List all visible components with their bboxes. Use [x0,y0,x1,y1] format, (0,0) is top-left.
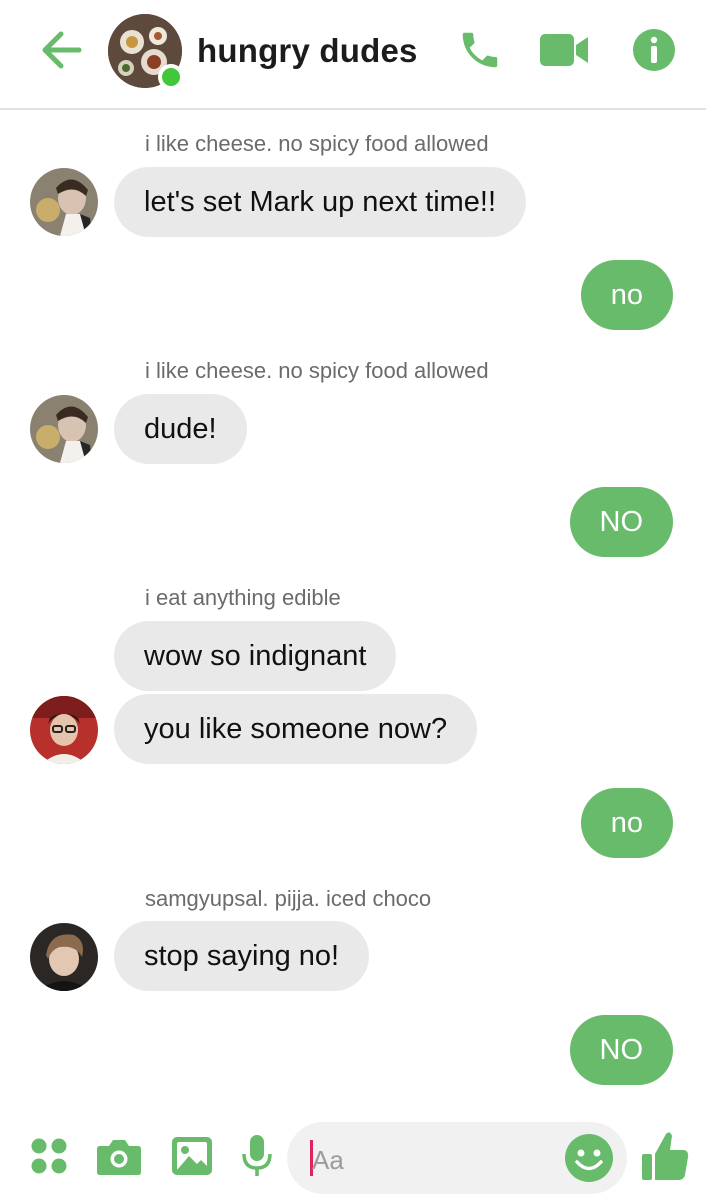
arrow-left-icon [39,30,83,75]
like-button[interactable] [640,1130,692,1182]
call-button[interactable] [454,28,506,76]
message-bubble-outgoing[interactable]: NO [569,487,673,557]
sender-status-label: i like cheese. no spicy food allowed [145,358,489,383]
thumbs-up-icon [640,1132,690,1186]
message-bubble-incoming[interactable]: wow so indignant [114,621,397,691]
apps-icon [29,1136,69,1181]
sender-avatar[interactable] [30,395,98,463]
message-bubble-outgoing[interactable]: NO [569,1015,673,1085]
sender-status-label: samgyupsal. pijja. iced choco [145,886,432,911]
chat-title[interactable]: hungry dudes [197,32,418,70]
camera-button[interactable] [95,1134,143,1182]
more-apps-button[interactable] [25,1134,73,1182]
gallery-button[interactable] [168,1134,216,1182]
message-bubble-incoming[interactable]: dude! [114,394,247,464]
message-input-placeholder: Aa [312,1145,344,1175]
sender-avatar[interactable] [30,696,98,764]
sender-status-label: i like cheese. no spicy food allowed [145,131,489,156]
back-button[interactable] [38,30,84,74]
microphone-icon [241,1134,273,1183]
camera-icon [96,1136,142,1181]
voice-record-button[interactable] [233,1134,281,1182]
sender-avatar[interactable] [30,923,98,991]
sender-status-label: i eat anything edible [145,585,341,610]
video-call-button[interactable] [538,28,590,76]
online-status-dot [158,64,184,90]
info-icon [632,28,676,77]
message-bubble-outgoing[interactable]: no [580,788,673,858]
video-camera-icon [538,30,590,75]
group-avatar[interactable] [108,14,184,90]
message-bubble-incoming[interactable]: you like someone now? [114,694,478,764]
message-bubble-outgoing[interactable]: no [580,260,673,330]
info-button[interactable] [628,28,680,76]
sender-avatar[interactable] [30,168,98,236]
message-bubble-incoming[interactable]: let's set Mark up next time!! [114,167,527,237]
emoji-icon [564,1134,614,1187]
phone-icon [457,27,503,78]
emoji-button[interactable] [564,1133,614,1183]
message-bubble-incoming[interactable]: stop saying no! [114,921,370,991]
gallery-icon [171,1136,213,1181]
